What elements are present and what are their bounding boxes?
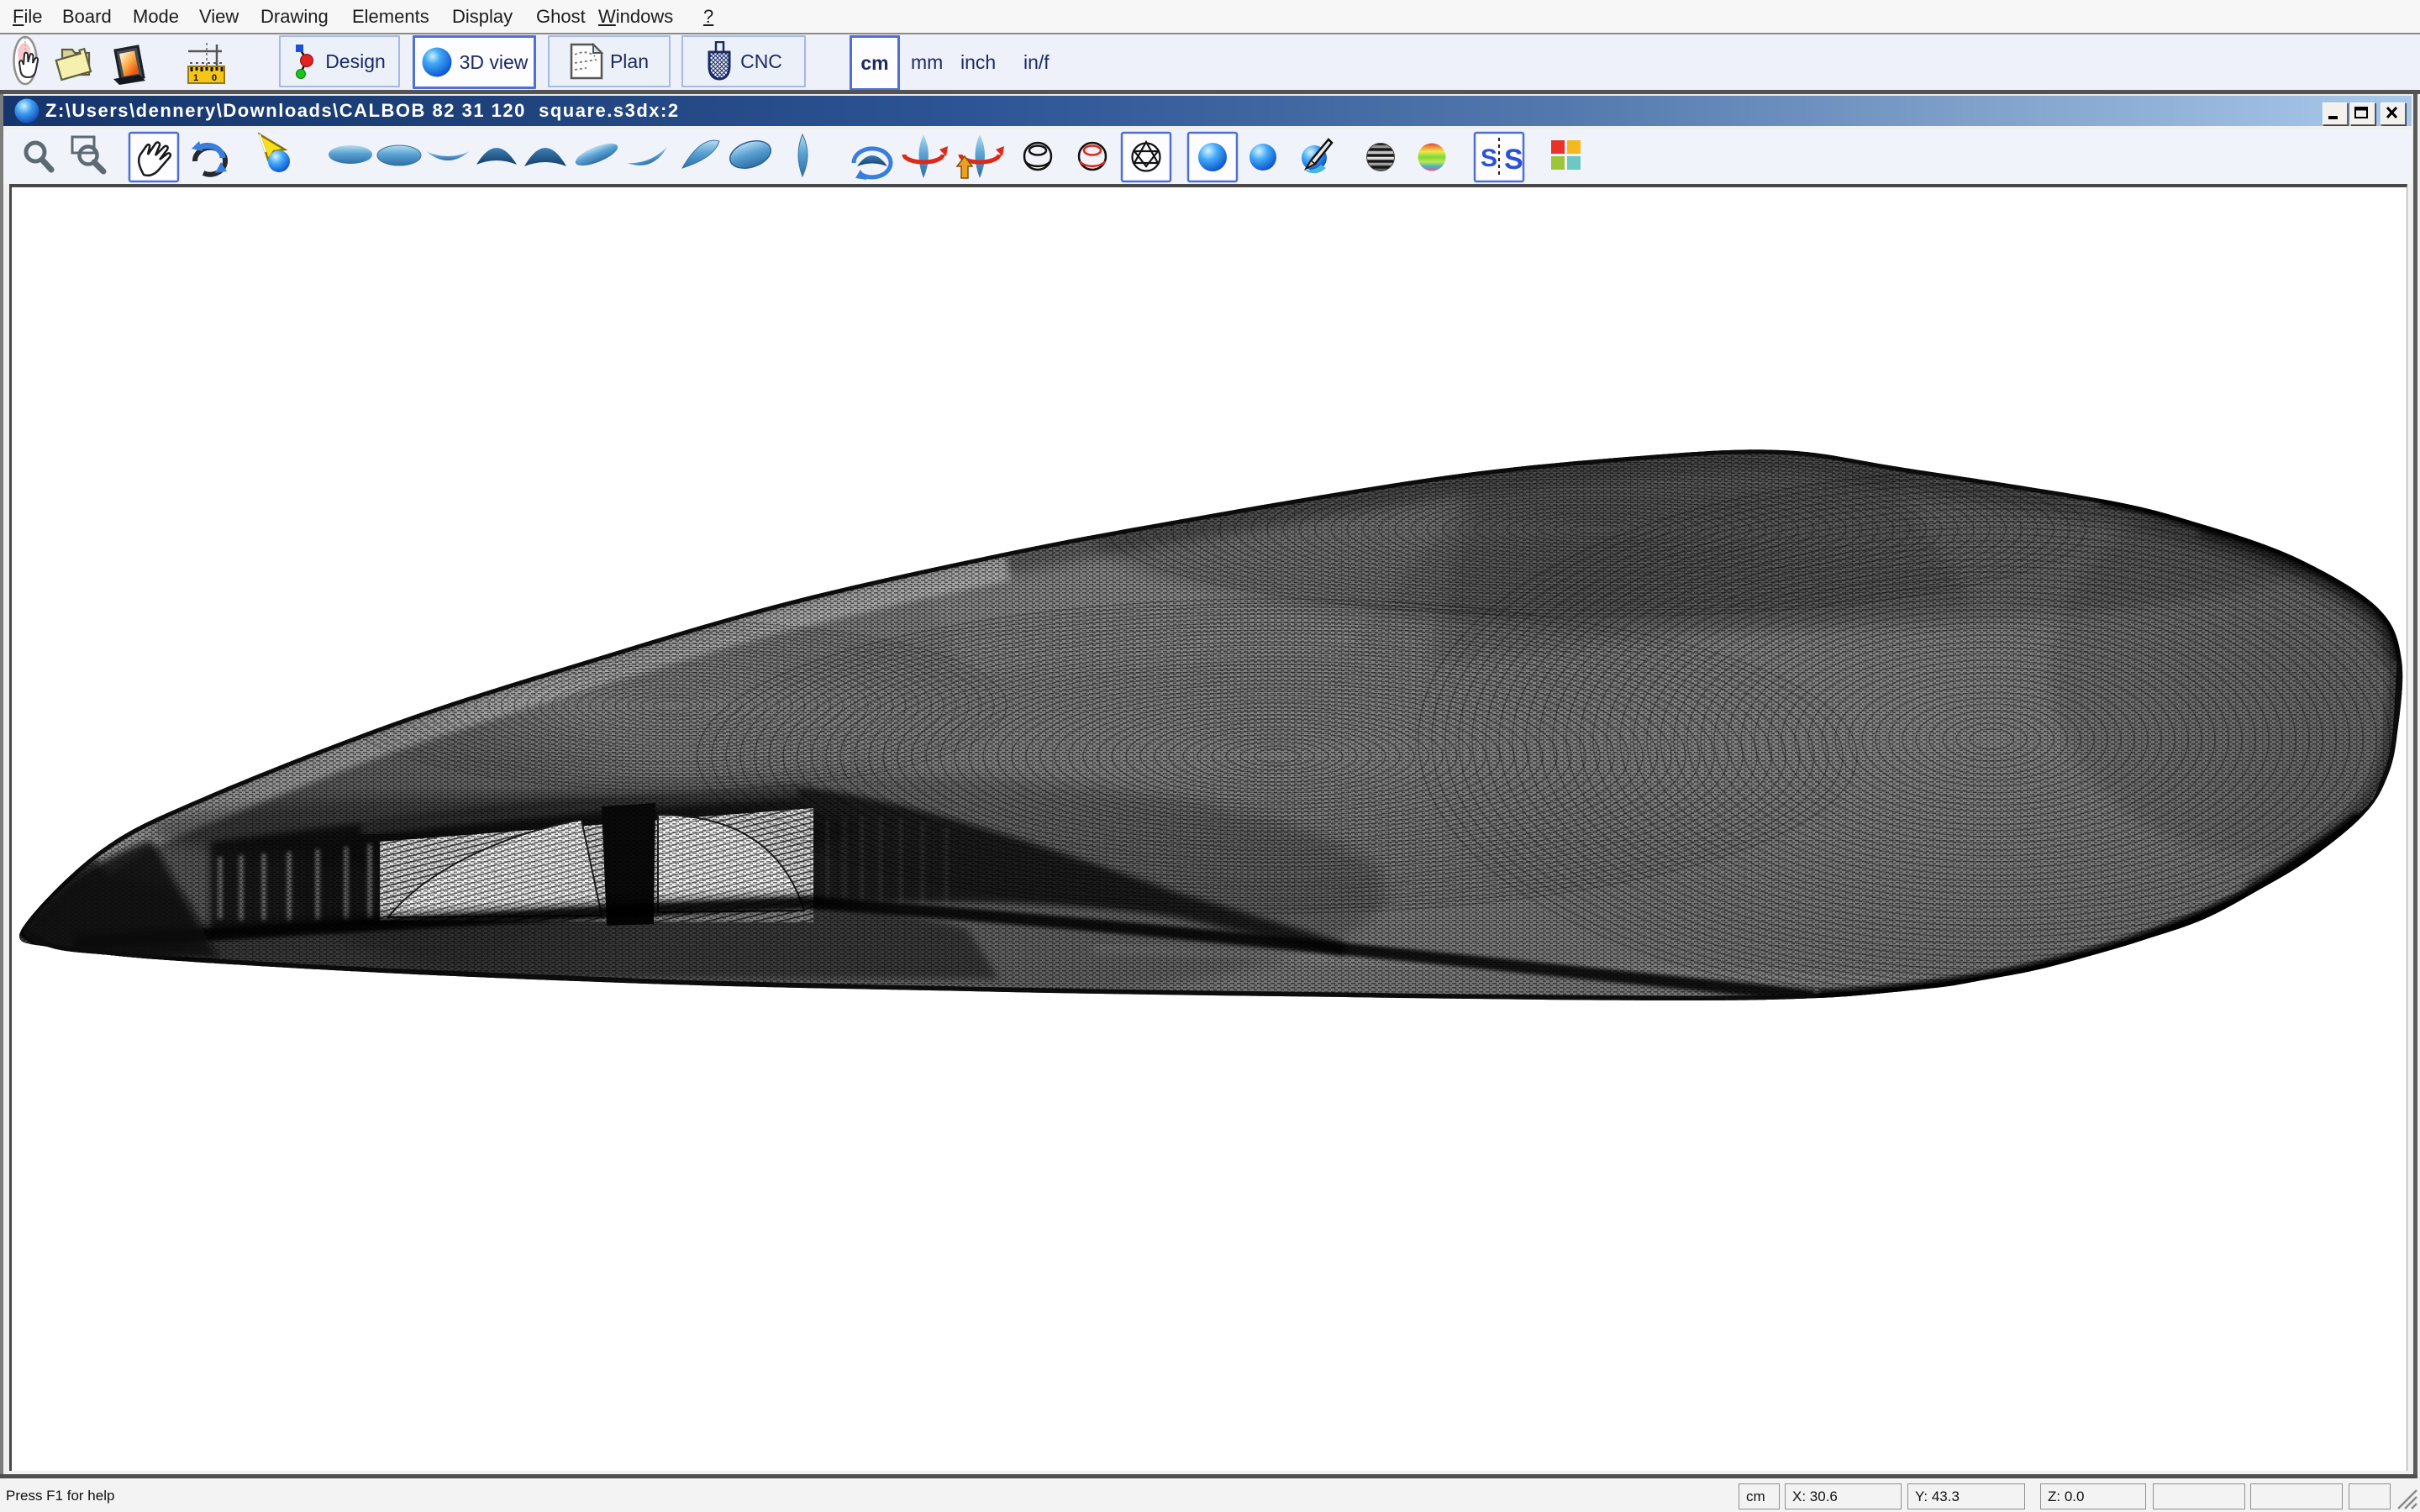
svg-text:S: S	[1481, 144, 1497, 172]
svg-text:S: S	[1504, 144, 1523, 176]
svg-text:0: 0	[212, 73, 217, 83]
svg-text:1: 1	[193, 73, 198, 83]
